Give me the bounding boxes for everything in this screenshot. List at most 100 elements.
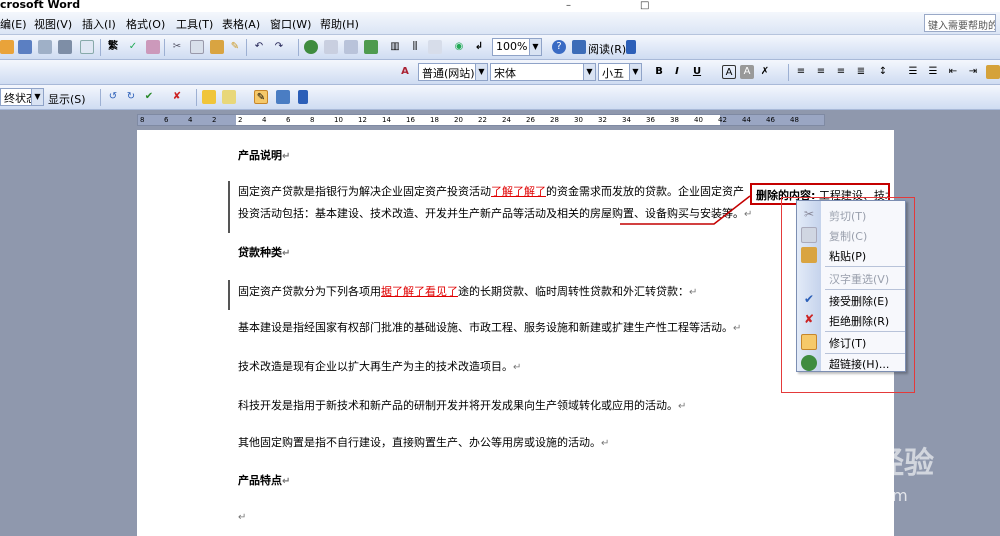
menu-format[interactable]: 格式(O): [126, 16, 165, 32]
copy-icon[interactable]: [190, 40, 204, 54]
show-menu-button[interactable]: 显示(S): [48, 91, 86, 107]
decrease-indent-icon[interactable]: ⇤: [946, 65, 960, 79]
toolbar-options-icon[interactable]: [298, 90, 308, 104]
highlight-icon[interactable]: [986, 65, 1000, 79]
help-icon[interactable]: ?: [552, 40, 566, 54]
styles-icon[interactable]: A: [398, 65, 412, 79]
research-icon[interactable]: [146, 40, 160, 54]
track-changes-icon[interactable]: ✎: [254, 90, 268, 104]
format-painter-icon[interactable]: ✎: [228, 40, 242, 54]
style-select[interactable]: 普通(网站) ▼: [418, 63, 488, 81]
drawing-icon[interactable]: ⫼: [408, 40, 422, 54]
menu-table[interactable]: 表格(A): [222, 16, 260, 32]
print-preview-icon[interactable]: [80, 40, 94, 54]
read-button[interactable]: 阅读(R): [588, 41, 626, 57]
title-bar: crosoft Word – □: [0, 0, 1000, 12]
menu-insert[interactable]: 插入(I): [82, 16, 116, 32]
paste-icon: [801, 247, 817, 263]
reviewing-toolbar: 终状态 ▼ 显示(S) ↺ ↻ ✔ ✘ ✎: [0, 85, 1000, 110]
ruler-tick-label: 34: [622, 116, 631, 124]
maximize-button[interactable]: □: [640, 0, 649, 11]
change-bar: [228, 181, 230, 233]
accept-change-icon[interactable]: ✔: [142, 90, 156, 104]
menu-view[interactable]: 视图(V): [34, 16, 72, 32]
reject-change-icon[interactable]: ✘: [170, 90, 184, 104]
menu-item-reconvert[interactable]: 汉字重选(V): [797, 268, 907, 288]
underline-button[interactable]: U: [690, 65, 704, 79]
menu-item-paste[interactable]: 粘贴(P): [797, 245, 907, 265]
insert-table-icon[interactable]: [344, 40, 358, 54]
font-select[interactable]: 宋体 ▼: [490, 63, 596, 81]
chevron-down-icon: ▼: [583, 64, 595, 80]
new-doc-icon[interactable]: [0, 40, 14, 54]
reviewing-pane-icon[interactable]: [276, 90, 290, 104]
formatting-toolbar: A 普通(网站) ▼ 宋体 ▼ 小五 ▼ B I U A A ✗ ≡ ≡ ≡ ≣…: [0, 60, 1000, 85]
ruler-tick-label: 26: [526, 116, 535, 124]
align-left-icon[interactable]: ≡: [794, 65, 808, 79]
chevron-down-icon: ▼: [629, 64, 641, 80]
menu-edit[interactable]: 编(E): [0, 16, 27, 32]
menu-tools[interactable]: 工具(T): [176, 16, 213, 32]
redo-icon[interactable]: ↷: [272, 40, 286, 54]
ruler-tick-label: 38: [670, 116, 679, 124]
paragraph-mark-icon[interactable]: ↲: [472, 40, 486, 54]
help-search-input[interactable]: 键入需要帮助的问题: [924, 14, 996, 32]
character-border-icon[interactable]: A: [722, 65, 736, 79]
highlight-changes-icon[interactable]: [222, 90, 236, 104]
columns-icon[interactable]: ▥: [388, 40, 402, 54]
previous-change-icon[interactable]: ↺: [106, 90, 120, 104]
permission-icon[interactable]: [38, 40, 52, 54]
paragraph: 其他固定购置是指不自行建设，直接购置生产、办公等用房或设施的活动。↵: [238, 436, 610, 449]
accept-change-icon: ✔: [803, 292, 815, 306]
font-size-select[interactable]: 小五 ▼: [598, 63, 642, 81]
menu-window[interactable]: 窗口(W): [270, 16, 311, 32]
ruler-tick-label: 46: [766, 116, 775, 124]
menu-item-hyperlink[interactable]: 超链接(H)...: [797, 353, 907, 373]
heading-product-description: 产品说明↵: [238, 149, 291, 162]
next-change-icon[interactable]: ↻: [124, 90, 138, 104]
ruler-tick-label: 32: [598, 116, 607, 124]
bullets-icon[interactable]: ☰: [926, 65, 940, 79]
menu-item-cut[interactable]: ✂ 剪切(T): [797, 205, 907, 225]
zoom-value: 100%: [496, 40, 528, 53]
align-right-icon[interactable]: ≡: [834, 65, 848, 79]
line-spacing-icon[interactable]: ↕: [876, 65, 890, 79]
new-comment-icon[interactable]: [202, 90, 216, 104]
minimize-button[interactable]: –: [566, 0, 571, 11]
zoom-select[interactable]: 100% ▼: [492, 38, 542, 56]
align-center-icon[interactable]: ≡: [814, 65, 828, 79]
save-icon[interactable]: [18, 40, 32, 54]
menu-item-accept-deletion[interactable]: ✔ 接受删除(E): [797, 290, 907, 310]
paste-icon[interactable]: [210, 40, 224, 54]
menu-item-track-changes[interactable]: 修订(T): [797, 332, 907, 352]
ruler-tick-label: 8: [310, 116, 315, 124]
inserted-text: 据了解了看见了: [381, 285, 458, 298]
numbering-icon[interactable]: ☰: [906, 65, 920, 79]
justify-icon[interactable]: ≣: [854, 65, 868, 79]
increase-indent-icon[interactable]: ⇥: [966, 65, 980, 79]
ruler-tick-label: 44: [742, 116, 751, 124]
menu-help[interactable]: 帮助(H): [320, 16, 359, 32]
character-scale-icon[interactable]: ✗: [758, 65, 772, 79]
traditional-chinese-icon[interactable]: 繁: [106, 40, 120, 54]
bold-button[interactable]: B: [652, 65, 666, 79]
read-icon[interactable]: [572, 40, 586, 54]
paragraph: 基本建设是指经国家有权部门批准的基础设施、市政工程、服务设施和新建或扩建生产性工…: [238, 321, 742, 334]
insert-excel-icon[interactable]: [364, 40, 378, 54]
character-shading-icon[interactable]: A: [740, 65, 754, 79]
cut-icon[interactable]: ✂: [170, 40, 184, 54]
toolbar-options-icon[interactable]: [626, 40, 636, 54]
ruler-tick-label: 18: [430, 116, 439, 124]
print-icon[interactable]: [58, 40, 72, 54]
hyperlink-icon[interactable]: [304, 40, 318, 54]
menu-item-reject-deletion[interactable]: ✘ 拒绝删除(R): [797, 310, 907, 330]
undo-icon[interactable]: ↶: [252, 40, 266, 54]
spelling-icon[interactable]: ✓: [126, 40, 140, 54]
document-map-icon[interactable]: [428, 40, 442, 54]
menu-item-copy[interactable]: 复制(C): [797, 225, 907, 245]
italic-button[interactable]: I: [670, 65, 684, 79]
font-size-value: 小五: [602, 67, 624, 80]
display-state-select[interactable]: 终状态 ▼: [0, 88, 44, 106]
tables-borders-icon[interactable]: [324, 40, 338, 54]
show-hide-icon[interactable]: ◉: [452, 40, 466, 54]
